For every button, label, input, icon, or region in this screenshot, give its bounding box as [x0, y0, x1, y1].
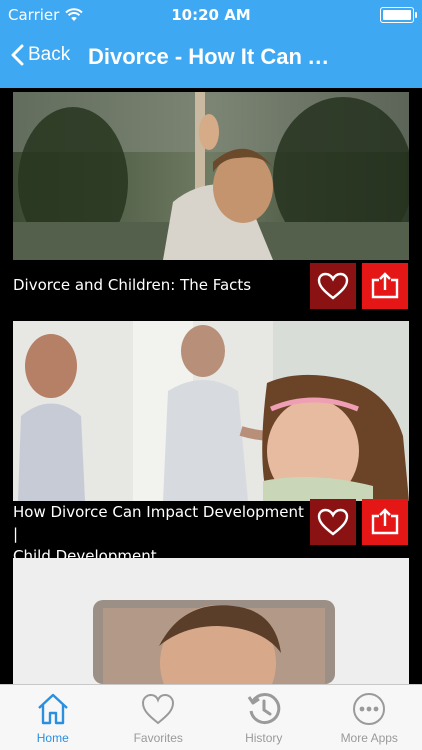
back-label: Back	[28, 44, 71, 65]
share-button[interactable]	[362, 499, 408, 545]
tab-label: History	[245, 731, 283, 745]
tab-home[interactable]: Home	[0, 685, 106, 750]
tab-history[interactable]: History	[211, 685, 317, 750]
article-info-bar: How Divorce Can Impact Development | Chi…	[13, 499, 409, 565]
share-icon	[371, 272, 399, 299]
page-title: Divorce - How It Can A...	[88, 44, 338, 69]
battery-icon	[380, 7, 417, 23]
article-image[interactable]	[13, 92, 409, 260]
article-card[interactable]	[13, 558, 409, 684]
share-icon	[371, 508, 399, 535]
article-card[interactable]: How Divorce Can Impact Development | Chi…	[13, 321, 409, 565]
article-title[interactable]: Divorce and Children: The Facts	[13, 274, 303, 296]
navigation-bar: Back Divorce - How It Can A...	[0, 30, 422, 88]
article-title-line: How Divorce Can Impact Development |	[13, 503, 304, 543]
heart-icon	[142, 693, 175, 725]
chevron-left-icon	[11, 44, 24, 66]
home-icon	[37, 693, 68, 725]
article-image[interactable]	[13, 321, 409, 501]
heart-icon	[317, 508, 349, 536]
article-info-bar: Divorce and Children: The Facts	[13, 260, 409, 312]
tab-label: Home	[36, 731, 69, 745]
tab-favorites[interactable]: Favorites	[106, 685, 212, 750]
history-icon	[247, 693, 280, 725]
tab-more-apps[interactable]: More Apps	[317, 685, 422, 750]
article-feed[interactable]: Divorce and Children: The Facts How Divo…	[0, 88, 422, 684]
tab-bar: Home Favorites History More Apps	[0, 684, 422, 750]
article-image[interactable]	[13, 558, 409, 684]
share-button[interactable]	[362, 263, 408, 309]
status-time: 10:20 AM	[171, 6, 251, 24]
back-button[interactable]: Back	[10, 44, 70, 66]
heart-icon	[317, 272, 349, 300]
tab-label: Favorites	[133, 731, 183, 745]
favorite-button[interactable]	[310, 263, 356, 309]
more-icon	[353, 693, 386, 725]
status-bar: Carrier 10:20 AM	[0, 0, 422, 30]
favorite-button[interactable]	[310, 499, 356, 545]
article-card[interactable]: Divorce and Children: The Facts	[13, 92, 409, 312]
tab-label: More Apps	[340, 731, 398, 745]
